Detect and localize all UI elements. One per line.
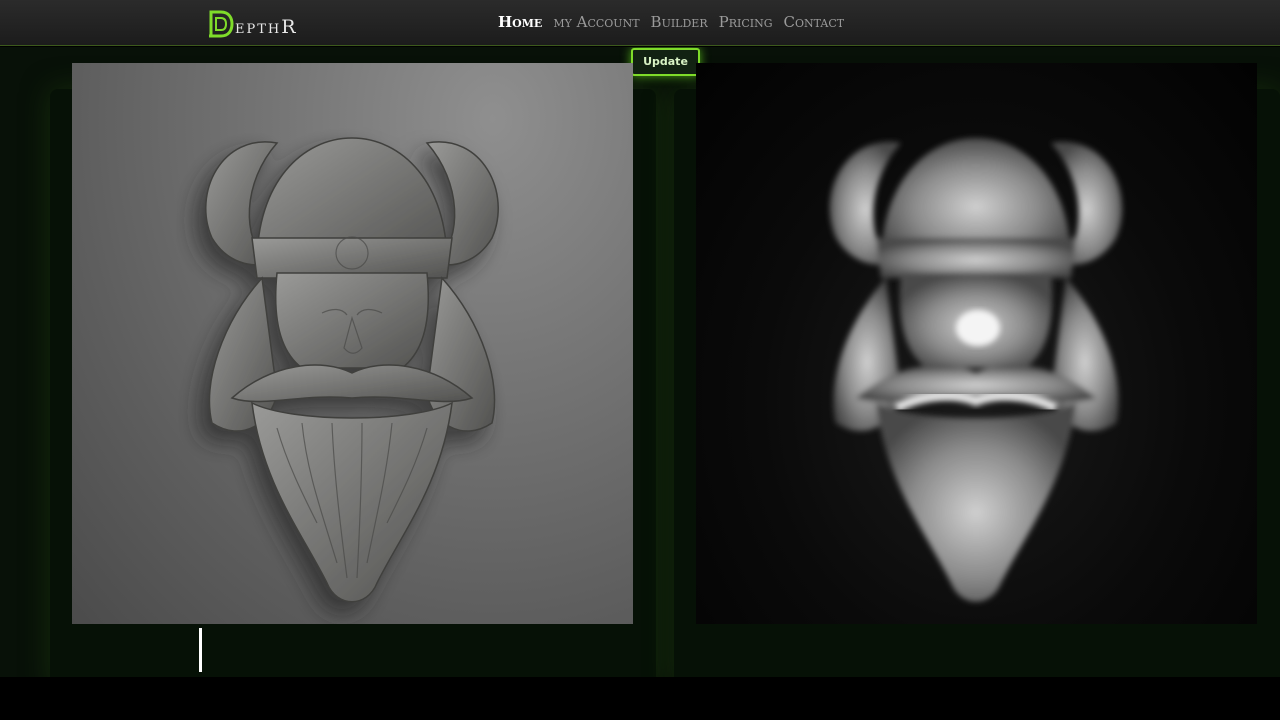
nav-builder[interactable]: Builder bbox=[651, 13, 708, 31]
top-navigation-bar: epthR Home my Account Builder Pricing Co… bbox=[0, 0, 1280, 46]
viking-relief-image bbox=[205, 137, 499, 603]
depth-map-image[interactable] bbox=[696, 63, 1257, 624]
nav-home[interactable]: Home bbox=[498, 13, 542, 31]
update-button[interactable]: Update bbox=[631, 48, 700, 76]
main-nav: Home my Account Builder Pricing Contact bbox=[498, 13, 844, 31]
text-cursor bbox=[199, 628, 202, 672]
bottom-black-bar bbox=[0, 677, 1280, 720]
viking-depth-map-image bbox=[829, 138, 1123, 602]
source-image[interactable] bbox=[72, 63, 633, 624]
logo-d-mark-icon bbox=[209, 10, 234, 38]
nav-pricing[interactable]: Pricing bbox=[719, 13, 773, 31]
brand-name: epthR bbox=[235, 16, 298, 38]
nav-contact[interactable]: Contact bbox=[784, 13, 845, 31]
nav-my-account[interactable]: my Account bbox=[553, 13, 639, 31]
brand-logo[interactable]: epthR bbox=[208, 8, 298, 38]
